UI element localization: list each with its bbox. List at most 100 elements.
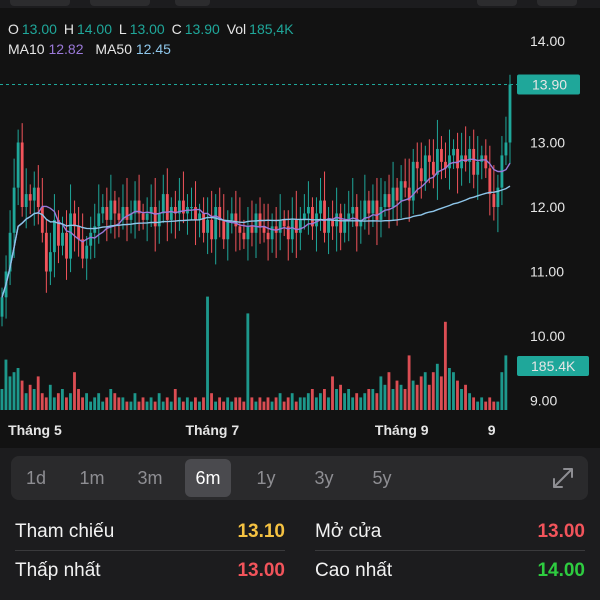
candle-body — [238, 226, 242, 233]
volume-bar — [234, 397, 238, 410]
volume-bar — [423, 372, 427, 410]
top-tab[interactable] — [477, 0, 517, 6]
candle-body — [125, 207, 129, 220]
candle-body — [375, 200, 379, 220]
candle-body — [452, 148, 455, 156]
stat-label: Cao nhất — [315, 560, 393, 581]
x-tick-label: Tháng 7 — [185, 422, 239, 438]
y-tick-label: 14.00 — [530, 33, 565, 49]
volume-bar — [165, 397, 169, 410]
volume-bar — [0, 389, 4, 410]
candle-body — [391, 187, 395, 207]
volume-bar — [306, 393, 310, 410]
ma50-value: 12.45 — [135, 41, 171, 57]
candle-body — [77, 226, 81, 240]
volume-bar — [447, 368, 451, 410]
range-button-3m[interactable]: 3m — [127, 459, 173, 497]
top-tab[interactable] — [175, 0, 210, 6]
stat-label: Mở cửa — [315, 521, 382, 542]
candle-body — [234, 213, 238, 227]
y-tick-label: 12.00 — [530, 199, 565, 215]
candle-body — [202, 213, 206, 233]
volume-bar — [242, 401, 246, 410]
volume-bar — [488, 397, 492, 410]
volume-bar — [500, 372, 504, 410]
volume-bar — [202, 397, 205, 410]
price-chart[interactable]: 13.00 12.00 11.00 10.00 9.00 14.00 13.90 185.4K… — [0, 8, 600, 448]
volume-bar — [24, 393, 28, 410]
candle-body — [0, 297, 4, 317]
volume-bar — [460, 389, 463, 410]
volume-bar — [439, 376, 443, 410]
range-button-3y[interactable]: 3y — [301, 459, 347, 497]
volume-bar — [375, 393, 379, 410]
volume-bar — [355, 393, 359, 410]
volume-bar — [69, 393, 72, 410]
candle-body — [423, 155, 427, 182]
volume-bar — [153, 401, 157, 410]
volume-bar — [484, 401, 488, 410]
candle-body — [44, 232, 48, 272]
ohlc-readout: O 13.00 H 14.00 L 13.00 C 13.90 Vol 185,4K — [8, 21, 297, 37]
volume-bar — [415, 384, 419, 410]
volume-bar — [391, 389, 395, 410]
volume-bar — [427, 384, 431, 410]
volume-bar — [363, 393, 367, 410]
candle-body — [210, 219, 214, 240]
volume-bar — [383, 384, 387, 410]
candle-body — [109, 200, 113, 220]
candle-body — [226, 219, 230, 240]
ma-readout: MA10 12.82 MA50 12.45 — [8, 41, 171, 57]
candle-body — [36, 187, 40, 207]
candle-body — [436, 148, 439, 175]
top-tab[interactable] — [10, 0, 70, 6]
volume-bar — [85, 393, 88, 410]
candle-body — [65, 232, 68, 259]
volume-bar — [169, 401, 173, 410]
volume-bar — [327, 397, 330, 410]
x-tick-label: Tháng 9 — [375, 422, 429, 438]
volume-bar — [407, 355, 411, 410]
range-button-1m[interactable]: 1m — [69, 459, 115, 497]
candle-body — [476, 161, 480, 175]
volume-bar — [32, 389, 36, 410]
volume-bar — [44, 397, 48, 410]
candle-body — [266, 232, 270, 240]
candle-body — [343, 219, 347, 233]
candle-body — [399, 181, 403, 201]
volume-bar — [496, 401, 500, 410]
volume-bar — [230, 401, 234, 410]
range-button-5y[interactable]: 5y — [359, 459, 405, 497]
candle-body — [387, 194, 391, 207]
volume-bar — [290, 393, 294, 410]
range-button-6m[interactable]: 6m — [185, 459, 231, 497]
candle-body — [53, 219, 56, 253]
volume-bar — [161, 401, 165, 410]
volume-bar — [105, 397, 109, 410]
top-tab[interactable] — [90, 0, 150, 6]
ma50-label: MA50 — [95, 41, 132, 57]
volume-bar — [298, 397, 302, 410]
volume-bar — [12, 372, 16, 410]
candle-body — [97, 213, 101, 227]
high-label: H — [63, 21, 74, 37]
candle-body — [371, 200, 375, 214]
range-button-1y[interactable]: 1y — [243, 459, 289, 497]
volume-bar — [222, 401, 226, 410]
volume-bar — [318, 393, 322, 410]
volume-bar — [472, 397, 476, 410]
stat-label: Tham chiếu — [15, 521, 115, 542]
candle-body — [383, 194, 387, 207]
top-tab[interactable] — [537, 0, 577, 6]
expand-icon[interactable] — [552, 467, 574, 489]
candle-body — [298, 219, 302, 233]
volume-bar — [435, 363, 439, 410]
range-button-1d[interactable]: 1d — [13, 459, 59, 497]
candle-body — [472, 148, 476, 175]
chart-area[interactable]: 13.00 12.00 11.00 10.00 9.00 14.00 13.90 185.4K… — [0, 8, 600, 448]
stat-open: Mở cửa 13.00 — [315, 512, 585, 552]
volume-bar — [282, 401, 286, 410]
candle-body — [270, 226, 274, 240]
volume-bar — [270, 401, 274, 410]
candle-body — [190, 207, 193, 209]
